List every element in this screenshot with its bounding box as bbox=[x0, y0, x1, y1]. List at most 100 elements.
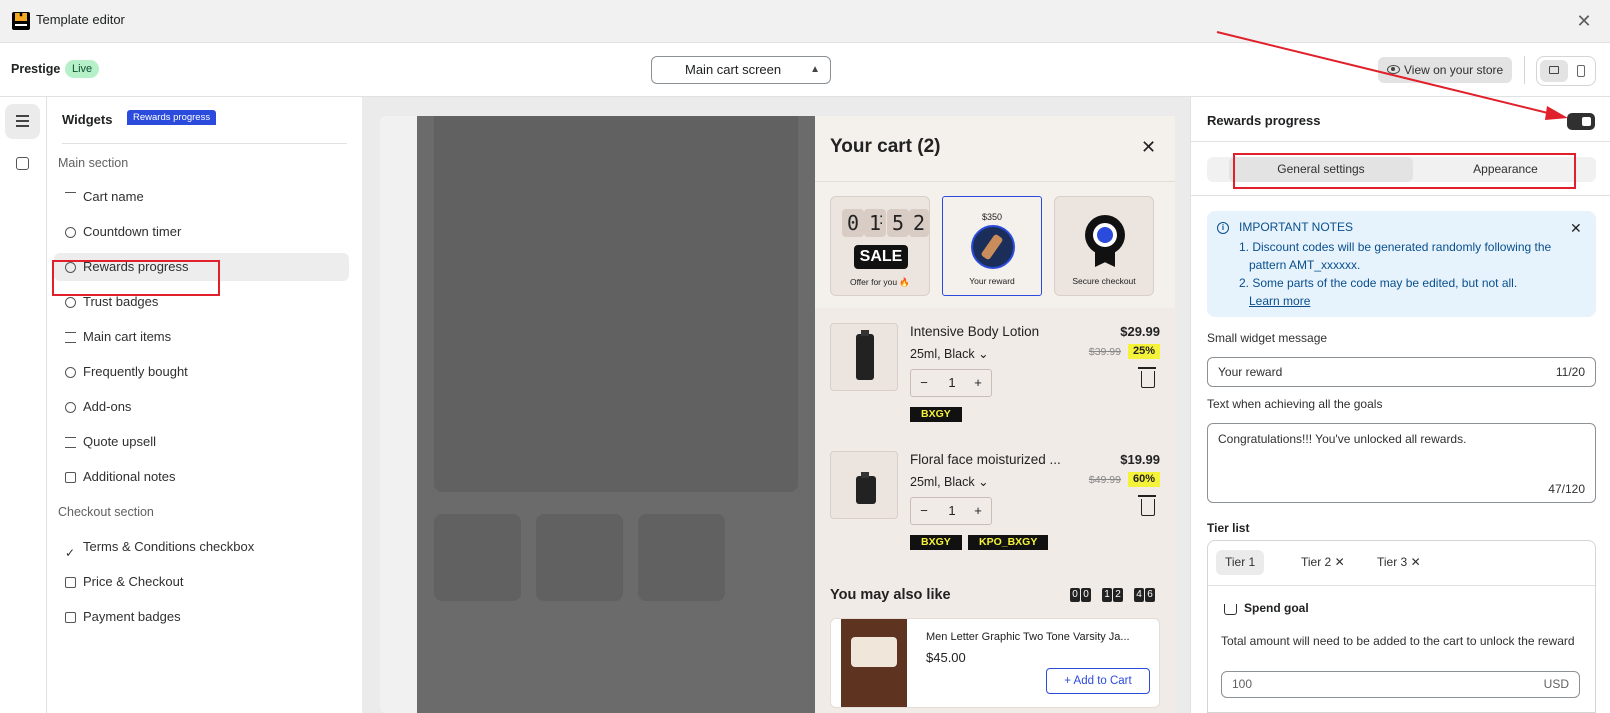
settings-panel: Rewards progress General settings Appear… bbox=[1190, 97, 1610, 713]
widget-item-additional-notes[interactable]: Additional notes bbox=[54, 463, 349, 491]
product-name: Intensive Body Lotion bbox=[910, 324, 1040, 339]
seal-icon bbox=[1085, 215, 1125, 255]
timer-digit: 5 bbox=[887, 209, 909, 237]
timer-digit: 2 bbox=[909, 209, 929, 237]
cart-icon bbox=[1224, 604, 1237, 615]
widget-item-payment-badges[interactable]: Payment badges bbox=[54, 603, 349, 631]
cart-header: Your cart (2) ✕ bbox=[815, 116, 1175, 182]
timer-digit: 6 bbox=[1145, 588, 1155, 602]
small-widget-message-input[interactable]: Your reward 11/20 bbox=[1207, 357, 1596, 387]
upsell-card: Men Letter Graphic Two Tone Varsity Ja..… bbox=[830, 618, 1160, 708]
widget-item-price-checkout[interactable]: Price & Checkout bbox=[54, 568, 349, 596]
screen-select[interactable]: Main cart screen ▲ bbox=[651, 56, 831, 84]
trash-icon[interactable] bbox=[1138, 367, 1156, 388]
view-store-button[interactable]: View on your store bbox=[1378, 57, 1512, 83]
minus-button[interactable]: − bbox=[911, 498, 937, 524]
plus-button[interactable]: + bbox=[965, 498, 991, 524]
desktop-icon bbox=[1549, 66, 1559, 74]
widget-item-label: Add-ons bbox=[83, 399, 132, 414]
editor-toolbar: Prestige Live Main cart screen ▲ View on … bbox=[0, 43, 1610, 97]
blocks-icon[interactable] bbox=[16, 157, 29, 170]
product-name: Floral face moisturized ... bbox=[910, 452, 1061, 467]
quantity-stepper: − 1 + bbox=[910, 497, 992, 525]
quantity-value[interactable]: 1 bbox=[939, 498, 965, 524]
left-rail bbox=[0, 97, 47, 713]
divider bbox=[1524, 56, 1525, 84]
close-icon[interactable]: ✕ bbox=[1335, 555, 1345, 569]
variant-label: 25ml, Black bbox=[910, 347, 975, 361]
chevron-down-icon: ⌄ bbox=[978, 347, 989, 361]
widget-item-label: Additional notes bbox=[83, 469, 176, 484]
variant-select[interactable]: 25ml, Black ⌄ bbox=[910, 346, 989, 361]
input-value: Congratulations!!! You've unlocked all r… bbox=[1218, 432, 1467, 446]
offer-caption: Offer for you 🔥 bbox=[849, 277, 911, 287]
widget-item-terms[interactable]: ✓ Terms & Conditions checkbox bbox=[54, 533, 349, 561]
timer-digit: 0 bbox=[1070, 588, 1080, 602]
divider bbox=[62, 143, 347, 144]
reward-card-offer[interactable]: 0 1 : 5 2 SALE Offer for you 🔥 bbox=[830, 196, 930, 296]
close-icon[interactable]: ✕ bbox=[1411, 555, 1421, 569]
char-count: 11/20 bbox=[1555, 365, 1585, 379]
widget-item-label: Main cart items bbox=[83, 329, 172, 344]
widget-item-quote-upsell[interactable]: Quote upsell bbox=[54, 428, 349, 456]
input-value: 100 bbox=[1232, 677, 1253, 691]
minus-button[interactable]: − bbox=[911, 370, 937, 396]
placeholder-block bbox=[536, 514, 623, 601]
trash-icon[interactable] bbox=[1138, 495, 1156, 516]
widget-item-main-cart-items[interactable]: Main cart items bbox=[54, 323, 349, 351]
close-icon[interactable]: ✕ bbox=[1141, 137, 1156, 158]
widget-item-frequently-bought[interactable]: Frequently bought bbox=[54, 358, 349, 386]
widget-item-addons[interactable]: Add-ons bbox=[54, 393, 349, 421]
widgets-nav-button[interactable] bbox=[5, 104, 40, 139]
variant-label: 25ml, Black bbox=[910, 475, 975, 489]
tier-list-label: Tier list bbox=[1207, 521, 1250, 535]
rewards-progress-tag: Rewards progress bbox=[127, 110, 217, 125]
spend-goal-input[interactable]: 100 USD bbox=[1221, 671, 1580, 698]
section-label-checkout: Checkout section bbox=[58, 505, 154, 519]
achieve-text-textarea[interactable]: Congratulations!!! You've unlocked all r… bbox=[1207, 423, 1596, 503]
product-price: $19.99 bbox=[1120, 452, 1160, 467]
widget-item-label: Cart name bbox=[83, 189, 144, 204]
discount-badge: 60% bbox=[1127, 472, 1160, 487]
timer-digit: 0 bbox=[1081, 588, 1091, 602]
reward-card-progress[interactable]: $350 Your reward bbox=[942, 196, 1042, 296]
close-icon[interactable]: ✕ bbox=[1575, 12, 1593, 30]
widget-item-countdown[interactable]: Countdown timer bbox=[54, 218, 349, 246]
badge-icon bbox=[65, 297, 76, 308]
widget-item-cart-name[interactable]: Cart name bbox=[54, 183, 349, 211]
compare-price: $39.99 bbox=[1088, 346, 1121, 358]
placeholder-block bbox=[434, 514, 521, 601]
tab-tier-2[interactable]: Tier 2 ✕ bbox=[1292, 550, 1354, 575]
list-icon bbox=[65, 332, 76, 343]
annotation-highlight-box bbox=[1233, 153, 1576, 189]
app-title: Template editor bbox=[36, 12, 125, 27]
plus-button[interactable]: + bbox=[965, 370, 991, 396]
device-toggle bbox=[1536, 56, 1596, 86]
tier-label: Tier 2 bbox=[1301, 555, 1332, 569]
learn-more-link[interactable]: Learn more bbox=[1239, 294, 1310, 308]
view-store-label: View on your store bbox=[1404, 63, 1504, 77]
compare-price: $49.99 bbox=[1088, 474, 1121, 486]
widgets-title: Widgets bbox=[62, 112, 113, 127]
char-count: 47/120 bbox=[1548, 482, 1585, 496]
discount-tag: BXGY bbox=[910, 535, 962, 550]
tab-tier-3[interactable]: Tier 3 ✕ bbox=[1368, 550, 1430, 575]
tab-tier-1[interactable]: Tier 1 bbox=[1216, 550, 1265, 575]
widget-enable-toggle[interactable] bbox=[1567, 113, 1595, 130]
close-icon[interactable]: ✕ bbox=[1570, 220, 1582, 237]
spend-goal-description: Total amount will need to be added to th… bbox=[1221, 634, 1575, 648]
add-to-cart-button[interactable]: + Add to Cart bbox=[1046, 668, 1150, 694]
quantity-value[interactable]: 1 bbox=[939, 370, 965, 396]
app-logo bbox=[12, 12, 30, 30]
product-name: Men Letter Graphic Two Tone Varsity Ja..… bbox=[926, 631, 1130, 643]
desktop-view-button[interactable] bbox=[1540, 60, 1568, 82]
product-price: $45.00 bbox=[926, 650, 966, 665]
reward-card-secure[interactable]: Secure checkout bbox=[1054, 196, 1154, 296]
widget-item-label: Terms & Conditions checkbox bbox=[83, 539, 255, 554]
timer-digit: 1 bbox=[1102, 588, 1112, 602]
receipt-icon bbox=[65, 577, 76, 588]
notes-list: 1. Discount codes will be generated rand… bbox=[1239, 238, 1579, 310]
reward-image bbox=[971, 225, 1015, 269]
list-icon bbox=[16, 115, 29, 127]
variant-select[interactable]: 25ml, Black ⌄ bbox=[910, 474, 989, 489]
